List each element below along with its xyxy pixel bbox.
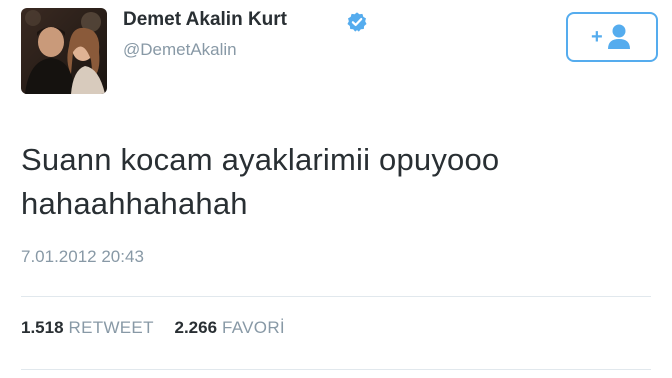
divider <box>21 296 651 297</box>
favorite-stat[interactable]: 2.266 FAVORİ <box>175 318 285 338</box>
verified-badge-icon <box>347 12 367 32</box>
tweet-card: Demet Akalin Kurt @DemetAkalin + Suann k… <box>0 0 672 378</box>
retweet-stat[interactable]: 1.518 RETWEET <box>21 318 154 338</box>
favorite-label: FAVORİ <box>222 318 285 337</box>
avatar-image <box>21 8 107 94</box>
display-name[interactable]: Demet Akalin Kurt <box>123 9 287 31</box>
tweet-text-line-2: hahaahhahahah <box>21 186 248 221</box>
follow-person-plus-icon: + <box>591 24 630 49</box>
follow-plus-label: + <box>591 26 603 48</box>
retweet-count: 1.518 <box>21 318 64 337</box>
avatar[interactable] <box>21 8 107 94</box>
user-handle[interactable]: @DemetAkalin <box>123 40 237 60</box>
tweet-text-line-1: Suann kocam ayaklarimii opuyooo <box>21 142 500 177</box>
tweet-timestamp[interactable]: 7.01.2012 20:43 <box>21 247 144 267</box>
tweet-stats: 1.518 RETWEET 2.266 FAVORİ <box>21 318 285 338</box>
divider <box>21 369 651 370</box>
favorite-count: 2.266 <box>174 318 218 337</box>
retweet-label: RETWEET <box>68 318 154 337</box>
follow-button[interactable]: + <box>566 12 658 62</box>
tweet-text: Suann kocam ayaklarimii opuyooo hahaahha… <box>21 138 641 226</box>
